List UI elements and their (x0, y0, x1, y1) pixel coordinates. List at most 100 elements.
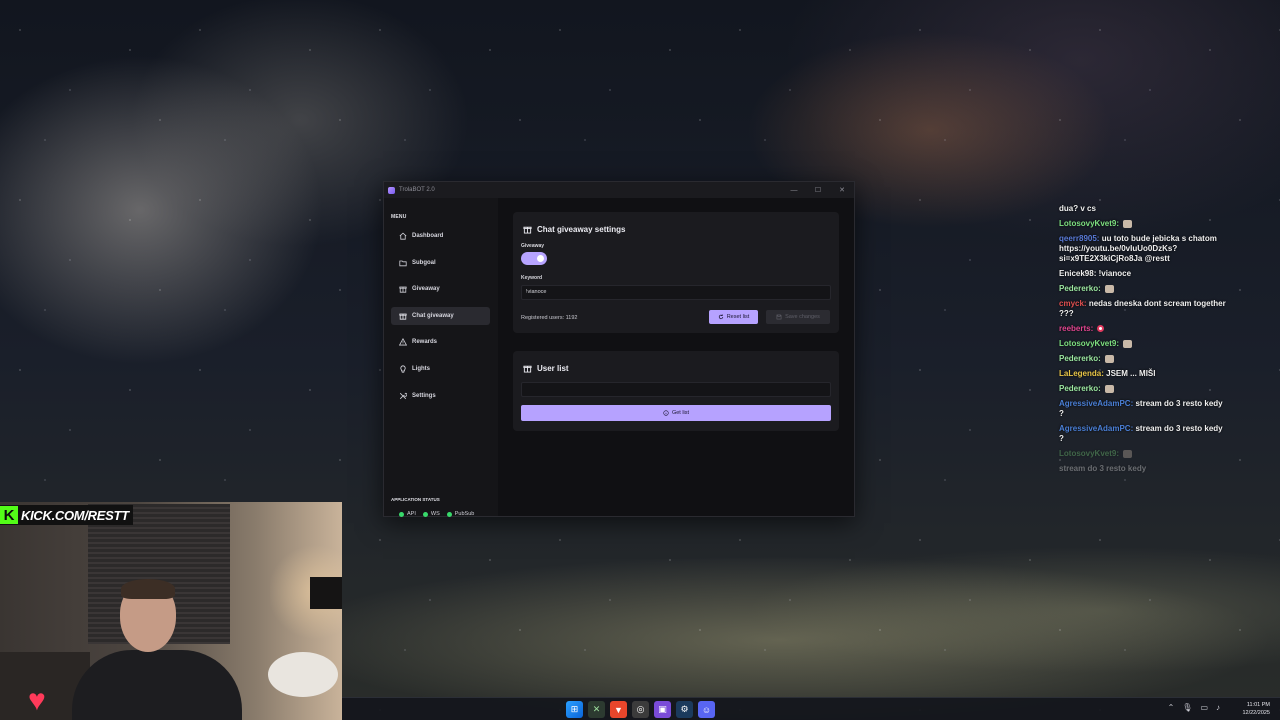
sidebar-item-settings[interactable]: Settings (391, 387, 490, 405)
discord-icon[interactable]: ☺ (698, 701, 715, 718)
chat-username: LotosovyKvet9: (1059, 339, 1120, 348)
chat-username: LotosovyKvet9: (1059, 449, 1120, 458)
taskbar-apps: ⊞ ✕ ▼ ◎ ▣ ⚙ ☺ (566, 701, 715, 718)
save-changes-button[interactable]: Save changes (766, 310, 830, 324)
alert-triangle-icon (399, 338, 407, 346)
minimize-button[interactable]: — (782, 182, 806, 198)
sidebar-item-rewards[interactable]: Rewards (391, 333, 490, 351)
twitch-icon[interactable]: ▣ (654, 701, 671, 718)
sidebar-item-lights[interactable]: Lights (391, 360, 490, 378)
webcam-feed: ♥ (0, 502, 342, 720)
toggle-knob (537, 255, 544, 262)
windows-start-icon[interactable]: ⊞ (566, 701, 583, 718)
kick-banner: K KICK.COM/RESTT (0, 505, 133, 525)
title-bar[interactable]: TrolaBOT 2.0 — ☐ ✕ (384, 182, 854, 198)
main-content: Chat giveaway settings Giveaway Keyword … (498, 198, 854, 516)
gift-icon (399, 286, 407, 293)
wrench-icon (399, 392, 407, 399)
chat-username: Pedererko: (1059, 354, 1101, 363)
chat-message: Pedererko: (1059, 384, 1229, 394)
gift-icon (399, 313, 407, 320)
status-label: PubSub (454, 511, 475, 517)
speaker-icon[interactable]: ♪ (1216, 703, 1220, 712)
chat-text: !vianoce (1098, 269, 1132, 278)
reset-list-button[interactable]: Reset list (709, 310, 758, 324)
chat-message: dua? v cs (1059, 204, 1229, 214)
lamp (310, 577, 342, 609)
registered-users-count: Registered users: 1192 (521, 315, 578, 321)
chat-username: Pedererko: (1059, 284, 1101, 293)
sidebar: MENU Dashboard Subgoal Giveaway Chat giv… (384, 198, 498, 517)
sidebar-item-subgoal[interactable]: Subgoal (391, 254, 490, 272)
chat-giveaway-settings-card: Chat giveaway settings Giveaway Keyword … (513, 212, 839, 333)
chat-message: Pedererko: (1059, 354, 1229, 364)
chat-text: stream do 3 resto kedy (1059, 464, 1147, 473)
kick-logo-icon: K (0, 506, 18, 524)
sidebar-item-chat-giveaway[interactable]: Chat giveaway (391, 306, 490, 325)
chat-message: LotosovyKvet9: (1059, 219, 1229, 229)
network-icon[interactable]: ▭ (1200, 703, 1208, 712)
stream-chat-overlay: dua? v cs LotosovyKvet9: qeerr8905: uu to… (1059, 204, 1229, 479)
brave-icon[interactable]: ▼ (610, 701, 627, 718)
settings-card-header: Chat giveaway settings (523, 225, 625, 234)
keyword-input[interactable]: !vianoce (521, 285, 831, 300)
sidebar-item-label: Chat giveaway (412, 312, 454, 319)
window-title: TrolaBOT 2.0 (399, 187, 435, 193)
save-icon (776, 314, 782, 320)
save-changes-label: Save changes (785, 314, 820, 320)
chat-username: LaLegenda: (1059, 369, 1104, 378)
giveaway-label: Giveaway (521, 243, 545, 249)
user-list-card: User list Get list (513, 351, 839, 431)
user-list-field[interactable] (521, 382, 831, 397)
status-pubsub: PubSub (446, 511, 475, 517)
chevron-up-icon[interactable]: ⌃ (1168, 703, 1175, 712)
info-circle-icon (663, 410, 669, 416)
application-status-heading: APPLICATION STATUS (391, 497, 440, 502)
chat-emote-icon (1123, 449, 1133, 458)
chat-message: LotosovyKvet9: (1059, 449, 1229, 459)
chat-message: qeerr8905: uu toto bude jebicka s chatom… (1059, 234, 1229, 264)
kick-url: KICK.COM/RESTT (21, 507, 129, 523)
home-icon (399, 232, 407, 240)
sidebar-item-label: Settings (412, 392, 436, 399)
sidebar-item-label: Subgoal (412, 259, 436, 266)
xbox-icon[interactable]: ✕ (588, 701, 605, 718)
microphone-icon[interactable]: 🎙 (1182, 703, 1192, 712)
chat-username: AgressiveAdamPC: (1059, 399, 1134, 408)
app-logo-icon (388, 186, 395, 194)
chat-username: Enicek98: (1059, 269, 1097, 278)
streamer-body (72, 650, 242, 720)
refresh-icon (718, 314, 723, 319)
close-button[interactable]: ✕ (830, 182, 854, 198)
status-dot (422, 511, 428, 517)
chat-emote-icon (1105, 384, 1115, 393)
app-window: TrolaBOT 2.0 — ☐ ✕ MENU Dashboard Subgoa… (383, 181, 855, 517)
chrome-icon[interactable]: ◎ (632, 701, 649, 718)
status-label: API (407, 511, 416, 517)
sidebar-item-giveaway[interactable]: Giveaway (391, 280, 490, 298)
chat-text: dua? v cs (1059, 204, 1096, 213)
chat-message: AgressiveAdamPC: stream do 3 resto kedy … (1059, 399, 1229, 419)
sidebar-item-dashboard[interactable]: Dashboard (391, 227, 490, 245)
get-list-button[interactable]: Get list (521, 405, 831, 421)
chat-emote-icon (1105, 284, 1115, 293)
chat-emote-icon (1105, 354, 1115, 363)
chat-message: cmyck: nedas dneska dont scream together… (1059, 299, 1229, 319)
sidebar-nav: Dashboard Subgoal Giveaway Chat giveaway… (391, 227, 490, 413)
sidebar-item-label: Rewards (412, 339, 438, 346)
taskbar: ⊞ ✕ ▼ ◎ ▣ ⚙ ☺ ⌃ 🎙 ▭ ♪ 11:01 PM 12/22/202… (342, 697, 1280, 720)
chat-message: LaLegenda: JSEM ... MIŠI (1059, 369, 1229, 379)
streamer-hair (121, 579, 175, 599)
chat-emote-icon (1123, 219, 1133, 228)
sidebar-item-label: Dashboard (412, 233, 444, 239)
maximize-button[interactable]: ☐ (806, 182, 830, 198)
reset-list-label: Reset list (726, 314, 750, 320)
heart-icon: ♥ (28, 684, 46, 717)
sidebar-item-label: Giveaway (412, 286, 440, 293)
steam-icon[interactable]: ⚙ (676, 701, 693, 718)
chat-message: reeberts: (1059, 324, 1229, 334)
chat-username: reeberts: (1059, 324, 1094, 333)
folder-icon (399, 260, 407, 266)
taskbar-clock[interactable]: 11:01 PM 12/22/2025 (1242, 701, 1270, 717)
giveaway-toggle[interactable] (521, 252, 547, 265)
